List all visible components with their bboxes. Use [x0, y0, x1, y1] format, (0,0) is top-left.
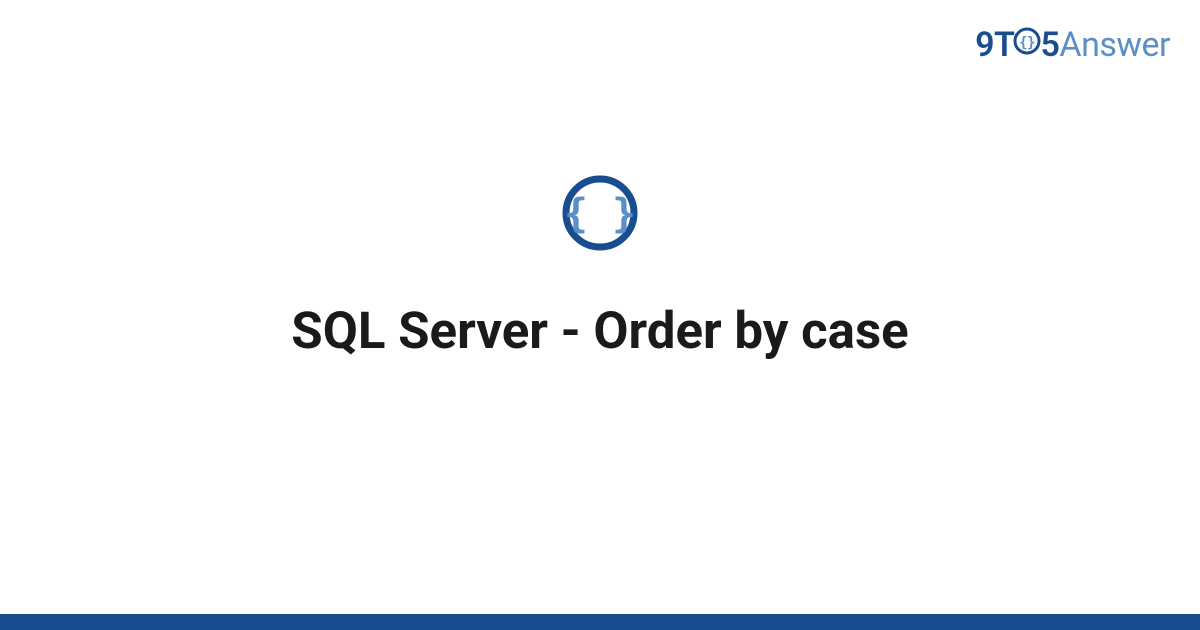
page-title: SQL Server - Order by case	[251, 301, 948, 362]
main-content: { } SQL Server - Order by case	[0, 0, 1200, 615]
footer-accent-bar	[0, 614, 1200, 630]
svg-text:{ }: { }	[564, 191, 636, 237]
code-braces-icon: { }	[560, 173, 640, 253]
